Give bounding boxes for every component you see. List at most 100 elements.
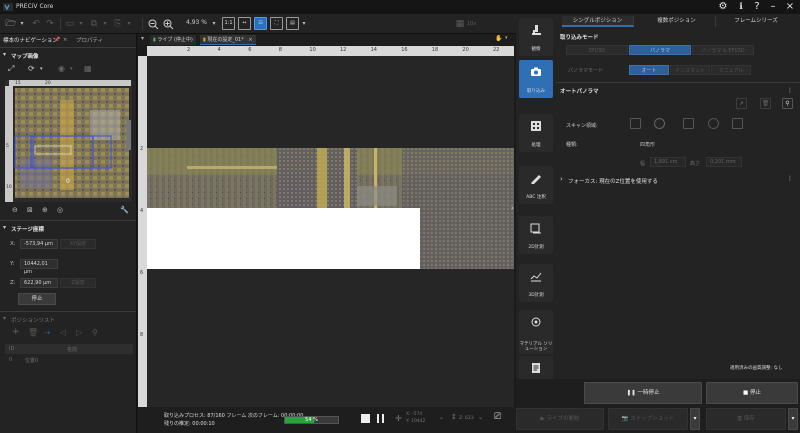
more-options-icon[interactable]: ⋮ bbox=[787, 175, 793, 182]
tab-current-settings[interactable]: ▮ 現在の設定_01* × bbox=[200, 35, 256, 45]
tab-single-position[interactable]: シングルポジション bbox=[562, 16, 634, 27]
zoom-in-icon[interactable]: ⊕ bbox=[42, 206, 48, 214]
fit-map-icon[interactable]: ⊠ bbox=[27, 206, 33, 214]
layout-icon[interactable]: ▦ bbox=[84, 64, 92, 73]
stage-z-field[interactable]: 622,90 µm bbox=[20, 278, 58, 288]
stop-stage-button[interactable]: 停止 bbox=[18, 293, 56, 305]
collapse-icon[interactable]: ▾ bbox=[3, 51, 6, 58]
copy-icon[interactable]: ⧉ bbox=[88, 17, 100, 31]
xy-set-button[interactable]: XY設定 bbox=[60, 239, 96, 249]
pause-button[interactable]: ❚❚ 一時停止 bbox=[584, 382, 702, 404]
select-icon[interactable]: ▭ bbox=[64, 17, 76, 31]
zoom-out-icon[interactable] bbox=[148, 19, 159, 30]
add-position-icon[interactable]: + bbox=[12, 327, 20, 337]
next-icon[interactable]: ▷ bbox=[76, 328, 82, 337]
actual-size-button[interactable]: 1:1 bbox=[222, 17, 235, 30]
locate-icon[interactable]: ◎ bbox=[57, 206, 63, 214]
scan-draw-button[interactable] bbox=[732, 118, 743, 129]
previous-icon[interactable]: ◁ bbox=[60, 328, 66, 337]
zoom-level[interactable]: 4,93 % bbox=[186, 19, 207, 26]
height-field[interactable]: 0,201 mm bbox=[706, 157, 742, 167]
scan-polygon-button[interactable] bbox=[683, 118, 694, 129]
collapse-icon[interactable]: ▾ bbox=[3, 224, 6, 231]
scan-circle-button[interactable] bbox=[654, 118, 665, 129]
width-field[interactable]: 1,691 cm bbox=[650, 157, 686, 167]
panorama-mode-manual[interactable]: マニュアル bbox=[711, 65, 751, 75]
chevron-down-icon[interactable]: ⌄ bbox=[439, 414, 444, 421]
tab-frame-series[interactable]: フレームシリーズ bbox=[718, 16, 794, 27]
settings-button[interactable]: ⚲ bbox=[782, 98, 793, 109]
start-live-button[interactable]: ▶ ライブの開始 bbox=[516, 408, 604, 430]
tab-specimen-navigation[interactable]: 標本のナビゲーション bbox=[3, 36, 58, 46]
message-icon[interactable]: ⎚ bbox=[494, 412, 501, 422]
stage-x-field[interactable]: -573,94 µm bbox=[20, 239, 58, 249]
delete-icon[interactable]: 🗑 bbox=[28, 328, 38, 337]
settings-icon[interactable]: ⚲ bbox=[92, 328, 98, 337]
z-set-button[interactable]: Z設定 bbox=[60, 278, 96, 288]
image-viewport[interactable] bbox=[147, 56, 514, 407]
close-icon[interactable]: × bbox=[783, 1, 797, 13]
target-icon[interactable]: ◉ bbox=[58, 64, 65, 73]
fit-width-button[interactable]: ↔ bbox=[238, 17, 251, 30]
panorama-mode-instant[interactable]: インスタント bbox=[670, 65, 710, 75]
stop-acquisition-button[interactable] bbox=[361, 414, 370, 423]
sidebar-item-acquire[interactable]: 取り込み bbox=[519, 60, 553, 98]
chat-view-button[interactable]: ▤ bbox=[286, 17, 299, 30]
sidebar-item-measure-2d[interactable]: 2D計測 bbox=[519, 216, 553, 254]
save-button[interactable]: 🖫 保存 bbox=[706, 408, 786, 430]
fullscreen-button[interactable]: ⛶ bbox=[270, 17, 283, 30]
panorama-mode-auto[interactable]: オート bbox=[629, 65, 669, 75]
wrench-icon[interactable]: 🔧 bbox=[120, 206, 129, 214]
close-icon[interactable]: × bbox=[248, 37, 252, 43]
mode-efi-3d[interactable]: EFI/3D bbox=[566, 45, 628, 55]
pin-icon[interactable]: 📌 bbox=[54, 37, 60, 43]
navigation-icon[interactable]: ⤢ bbox=[8, 64, 14, 74]
zoom-out-icon[interactable]: ⊖ bbox=[12, 206, 18, 214]
undo-icon[interactable]: ↶ bbox=[30, 17, 42, 31]
chevron-right-icon[interactable]: › bbox=[560, 175, 563, 183]
chevron-down-icon[interactable]: ▾ bbox=[101, 17, 109, 31]
open-folder-icon[interactable]: 🗁 bbox=[4, 17, 18, 31]
stage-y-field[interactable]: 10442,01 µm bbox=[20, 259, 58, 275]
scan-rectangle-button[interactable] bbox=[630, 118, 641, 129]
sidebar-item-observe[interactable]: 観察 bbox=[519, 18, 553, 56]
snapshot-button[interactable]: 📷 スナップショット bbox=[608, 408, 688, 430]
sidebar-item-material-solution[interactable]: マテリアル ソリューション bbox=[519, 310, 553, 354]
info-icon[interactable]: ℹ bbox=[734, 1, 748, 13]
tab-multi-position[interactable]: 複数ポジション bbox=[638, 16, 716, 27]
chevron-down-icon[interactable]: ▾ bbox=[210, 17, 218, 31]
panel-collapse-icon[interactable]: › bbox=[511, 204, 514, 212]
chevron-down-icon[interactable]: ▾ bbox=[40, 66, 43, 72]
tab-properties[interactable]: プロパティ bbox=[76, 36, 103, 46]
chevron-down-icon[interactable]: ▾ bbox=[70, 66, 73, 72]
grid-icon[interactable]: ▦ bbox=[455, 17, 465, 31]
help-icon[interactable]: ? bbox=[750, 1, 764, 13]
zoom-in-icon[interactable] bbox=[163, 19, 174, 30]
chevron-down-icon[interactable]: ▾ bbox=[125, 17, 133, 31]
save-options-button[interactable]: ▾ bbox=[788, 408, 798, 430]
pause-acquisition-button[interactable] bbox=[376, 414, 385, 423]
gear-icon[interactable]: ⚙ bbox=[716, 1, 730, 13]
export-icon[interactable]: ⎘ bbox=[112, 17, 124, 31]
chevron-down-icon[interactable]: ▾ bbox=[300, 17, 308, 31]
collapse-icon[interactable]: ▾ bbox=[3, 315, 6, 322]
stop-button[interactable]: ■ 停止 bbox=[706, 382, 798, 404]
pointer-button[interactable]: ➚ bbox=[736, 98, 747, 109]
focus-option[interactable]: フォーカス: 現在のZ位置を使用する bbox=[568, 177, 658, 185]
scan-target-button[interactable] bbox=[708, 118, 719, 129]
sidebar-item-annotate[interactable]: ABC 注釈 bbox=[519, 166, 553, 204]
refresh-icon[interactable]: ⟳ bbox=[28, 64, 35, 73]
redo-icon[interactable]: ↷ bbox=[44, 17, 56, 31]
tab-list-icon[interactable]: ▾ bbox=[141, 35, 144, 42]
sidebar-item-measure-3d[interactable]: 3D計測 bbox=[519, 264, 553, 302]
tab-live[interactable]: ▮ ライブ (停止中) bbox=[150, 35, 196, 45]
mode-panorama-efi[interactable]: パノラマ & EFI/3D bbox=[692, 45, 754, 55]
mode-panorama[interactable]: パノラマ bbox=[629, 45, 691, 55]
chevron-down-icon[interactable]: ▾ bbox=[18, 17, 26, 31]
close-icon[interactable]: × bbox=[63, 37, 67, 43]
delete-button[interactable]: 🗑 bbox=[760, 98, 771, 109]
sidebar-item-process[interactable]: 処理 bbox=[519, 114, 553, 152]
chevron-down-icon[interactable]: ▾ bbox=[77, 17, 85, 31]
chevron-down-icon[interactable]: ⌄ bbox=[478, 414, 483, 421]
hand-tool-icon[interactable]: ✋ bbox=[495, 35, 502, 42]
